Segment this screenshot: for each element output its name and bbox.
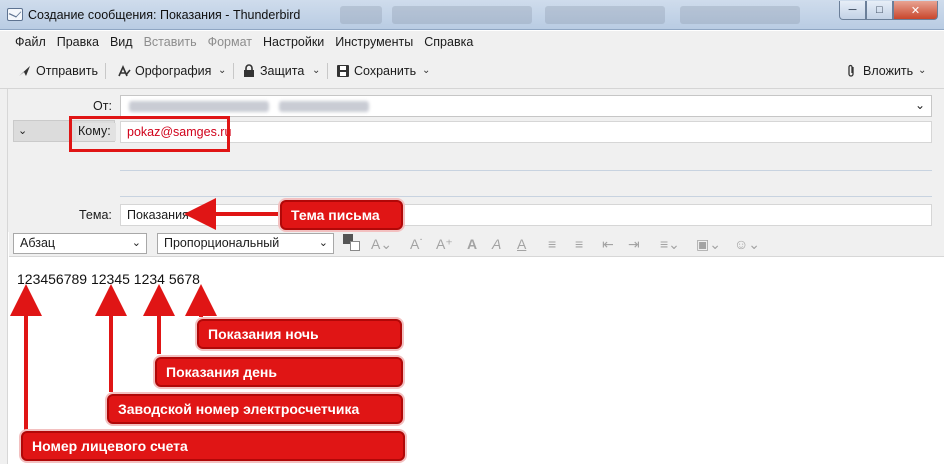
callout-day: Показания день — [155, 357, 403, 387]
callout-account: Номер лицевого счета — [21, 431, 405, 461]
callout-meter: Заводской номер электросчетчика — [107, 394, 403, 424]
callout-subject: Тема письма — [280, 200, 403, 230]
callout-night: Показания ночь — [197, 319, 402, 349]
